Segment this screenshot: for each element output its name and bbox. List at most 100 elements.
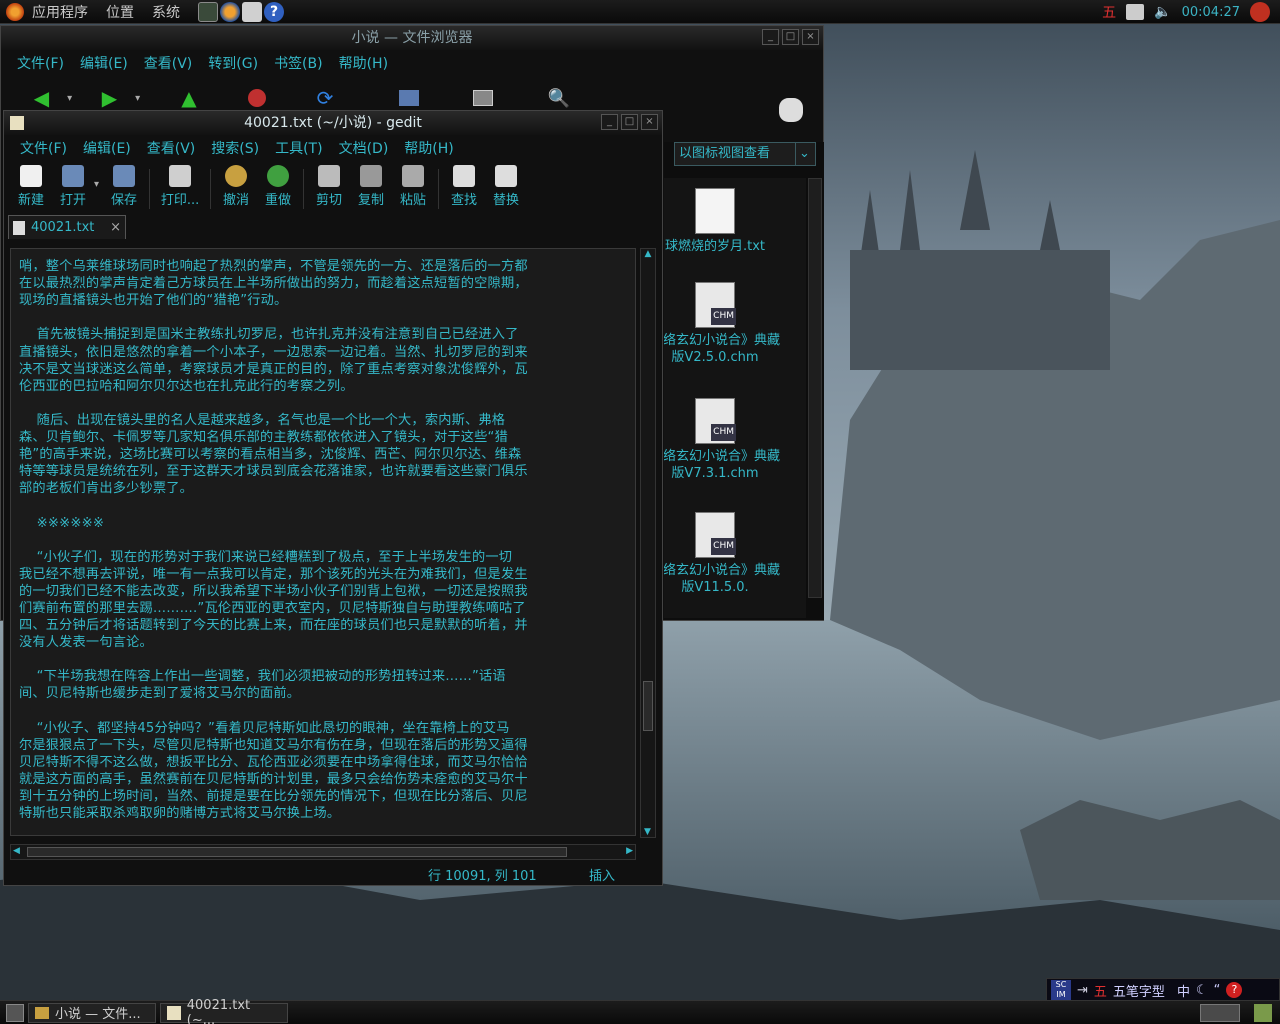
menu-go[interactable]: 转到(G)	[208, 53, 258, 73]
trash-icon[interactable]	[1254, 1004, 1272, 1022]
search-button[interactable]: 🔍	[525, 83, 593, 113]
text-line: 直播镜头，依旧是悠然的拿着一个小本子，一边思索一边记着。当然、扎切罗尼的到来	[19, 344, 528, 360]
replace-button[interactable]: 替换	[485, 165, 527, 208]
ime-indicator-icon[interactable]: 五	[1102, 2, 1116, 22]
stop-button[interactable]	[223, 83, 291, 113]
text-line: “小伙子们，现在的形势对于我们来说已经糟糕到了极点，至于上半场发生的一切	[19, 549, 513, 565]
show-desktop-icon[interactable]	[6, 1003, 24, 1022]
network-icon[interactable]	[1126, 4, 1145, 20]
menu-file[interactable]: 文件(F)	[17, 53, 64, 73]
document-tabbar: 40021.txt ×	[4, 213, 662, 239]
menu-documents[interactable]: 文档(D)	[339, 138, 389, 158]
save-button[interactable]: 保存	[103, 165, 145, 208]
scroll-thumb[interactable]	[27, 847, 567, 857]
redo-button[interactable]: 重做	[257, 165, 299, 208]
quit-icon[interactable]	[1250, 2, 1270, 22]
mail-launcher-icon[interactable]	[242, 1, 262, 22]
scissors-icon	[318, 165, 341, 187]
scroll-down-icon[interactable]: ▼	[644, 827, 651, 837]
scroll-thumb[interactable]	[643, 681, 653, 731]
file-name: 网络玄幻小说合》典藏版V7.3.1.chm	[664, 449, 781, 481]
paste-button[interactable]: 粘贴	[392, 165, 434, 208]
undo-icon	[225, 165, 248, 187]
gedit-titlebar[interactable]: 40021.txt (~/小说) - gedit _ □ ×	[4, 111, 662, 135]
home-button[interactable]	[375, 83, 443, 113]
print-button[interactable]: 打印...	[154, 165, 206, 208]
text-line: 首先被镜头捕捉到是国米主教练扎切罗尼，也许扎克并没有注意到自己已经进入了	[19, 327, 519, 343]
open-button[interactable]: 打开	[52, 165, 94, 208]
menu-edit[interactable]: 编辑(E)	[83, 138, 131, 158]
clock[interactable]: 00:04:27	[1182, 5, 1240, 20]
menu-help[interactable]: 帮助(H)	[339, 53, 388, 73]
ubuntu-logo-icon[interactable]	[6, 2, 24, 21]
text-line: 特等等球员是统统在列，至于这群天才球员到底会花落谁家，也许就要看这些豪门俱乐	[19, 464, 528, 480]
menu-view[interactable]: 查看(V)	[144, 53, 193, 73]
vertical-scrollbar[interactable]	[808, 178, 822, 598]
menu-file[interactable]: 文件(F)	[20, 138, 67, 158]
file-item[interactable]: CHM 网络玄幻小说合》典藏版V11.5.0.	[664, 512, 780, 596]
chevron-down-icon[interactable]: ▾	[94, 179, 99, 190]
text-line: 特斯也只能采取杀鸡取卵的赌博方式将艾马尔换上场。	[19, 806, 341, 822]
terminal-launcher-icon[interactable]	[198, 1, 218, 22]
copy-label: 复制	[358, 193, 385, 208]
text-editor[interactable]: 哨，整个乌莱维球场同时也响起了热烈的掌声，不管是领先的一方、还是落后的一方都 在以…	[10, 248, 636, 836]
vertical-scrollbar[interactable]: ▲ ▼	[640, 248, 656, 838]
half-width-icon[interactable]: ☾	[1196, 983, 1208, 998]
scroll-right-icon[interactable]: ▶	[626, 846, 633, 856]
insert-mode[interactable]: 插入	[589, 865, 615, 884]
ime-switch-icon[interactable]: ⇥	[1077, 983, 1088, 998]
minimize-button[interactable]: _	[601, 114, 618, 130]
text-line: “下半场我想在阵容上作出一些调整，我们必须把被动的形势扭转过来……”话语	[19, 669, 506, 685]
menu-edit[interactable]: 编辑(E)	[80, 53, 128, 73]
help-launcher-icon[interactable]: ?	[264, 1, 284, 22]
menu-view[interactable]: 查看(V)	[147, 138, 196, 158]
volume-icon[interactable]: 🔈	[1154, 4, 1171, 20]
text-line: 现场的直播镜头也开始了他们的“猎艳”行动。	[19, 293, 288, 309]
file-browser-titlebar[interactable]: 小说 — 文件浏览器 _ □ ×	[1, 26, 823, 50]
copy-button[interactable]: 复制	[350, 165, 392, 208]
new-button[interactable]: 新建	[10, 165, 52, 208]
file-item[interactable]: CHM 网络玄幻小说合》典藏版V7.3.1.chm	[664, 398, 780, 482]
close-tab-icon[interactable]: ×	[110, 220, 121, 235]
cut-button[interactable]: 剪切	[308, 165, 350, 208]
forward-button[interactable]: ▶ ▾	[87, 83, 155, 113]
menu-places[interactable]: 位置	[106, 2, 134, 22]
reload-button[interactable]: ⟳	[291, 83, 359, 113]
task-file-browser[interactable]: 小说 — 文件...	[28, 1002, 156, 1023]
task-gedit[interactable]: 40021.txt (~...	[160, 998, 288, 1024]
help-icon[interactable]: ?	[1226, 982, 1243, 998]
close-button[interactable]: ×	[641, 114, 658, 130]
maximize-button[interactable]: □	[621, 114, 638, 130]
menu-system[interactable]: 系统	[152, 2, 180, 22]
tab-document[interactable]: 40021.txt ×	[8, 215, 126, 239]
firefox-launcher-icon[interactable]	[220, 1, 240, 22]
file-item[interactable]: 球燃烧的岁月.txt	[664, 188, 780, 255]
close-button[interactable]: ×	[802, 29, 819, 45]
menu-help[interactable]: 帮助(H)	[404, 138, 453, 158]
minimize-button[interactable]: _	[762, 29, 779, 45]
ime-mode[interactable]: 五	[1094, 981, 1107, 1000]
find-button[interactable]: 查找	[443, 165, 485, 208]
window-title: 小说 — 文件浏览器	[351, 30, 473, 46]
file-item[interactable]: CHM 网络玄幻小说合》典藏版V2.5.0.chm	[664, 282, 780, 366]
punctuation-icon[interactable]: “	[1214, 983, 1221, 998]
workspace-switcher[interactable]	[1200, 1004, 1240, 1022]
gedit-app-icon	[167, 1005, 181, 1020]
horizontal-scrollbar[interactable]: ◀ ▶	[10, 844, 636, 860]
menu-tools[interactable]: 工具(T)	[275, 138, 322, 158]
cursor-position: 行 10091, 列 101	[428, 869, 537, 884]
menu-search[interactable]: 搜索(S)	[211, 138, 259, 158]
computer-button[interactable]	[449, 83, 517, 113]
scroll-left-icon[interactable]: ◀	[13, 846, 20, 856]
menu-bookmarks[interactable]: 书签(B)	[274, 53, 323, 73]
view-mode-select[interactable]: 以图标视图查看 ⌄	[674, 142, 816, 166]
scroll-up-icon[interactable]: ▲	[641, 249, 655, 259]
up-button[interactable]: ▲	[155, 83, 223, 113]
menu-applications[interactable]: 应用程序	[32, 2, 88, 22]
maximize-button[interactable]: □	[782, 29, 799, 45]
ime-language[interactable]: 中	[1177, 981, 1190, 1000]
back-button[interactable]: ◀ ▾	[19, 83, 87, 113]
undo-button[interactable]: 撤消	[215, 165, 257, 208]
scim-logo-icon[interactable]: SC IM	[1051, 980, 1071, 1000]
input-method-label[interactable]: 五笔字型	[1113, 981, 1165, 1000]
